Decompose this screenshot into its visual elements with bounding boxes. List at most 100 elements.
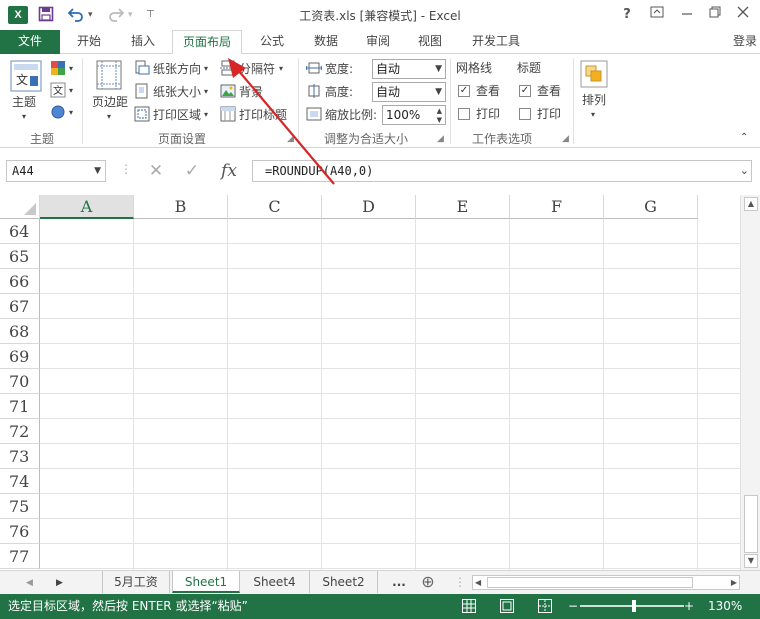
svg-text:文: 文 bbox=[16, 72, 28, 87]
more-sheets-button[interactable]: ... bbox=[384, 571, 414, 593]
tab-formulas[interactable]: 公式 bbox=[246, 30, 298, 54]
tab-developer[interactable]: 开发工具 bbox=[460, 30, 532, 54]
tab-file[interactable]: 文件 bbox=[0, 30, 60, 54]
worksheet-grid[interactable]: ABCDEFG 64 65 66 67 68 69 70 71 72 73 74 75 76 77 bbox=[0, 195, 740, 570]
row-header-65[interactable]: 65 bbox=[0, 244, 40, 269]
minimize-icon[interactable] bbox=[674, 4, 700, 26]
zoom-out-button[interactable]: − bbox=[568, 598, 578, 614]
sign-in-link[interactable]: 登录 bbox=[730, 30, 760, 54]
grid-row-line bbox=[40, 518, 740, 519]
horizontal-scroll-thumb[interactable] bbox=[487, 577, 693, 588]
redo-dropdown-icon[interactable]: ▾ bbox=[128, 6, 133, 24]
row-header-75[interactable]: 75 bbox=[0, 494, 40, 519]
tab-split-handle-icon[interactable]: ⋮ bbox=[454, 575, 466, 589]
row-header-69[interactable]: 69 bbox=[0, 344, 40, 369]
gridlines-print-checkbox[interactable] bbox=[458, 108, 470, 120]
height-select[interactable]: 自动 ▼ bbox=[372, 82, 446, 102]
row-header-73[interactable]: 73 bbox=[0, 444, 40, 469]
formula-input[interactable]: =ROUNDUP(A40,0) ⌄ bbox=[252, 160, 752, 182]
theme-effects-icon[interactable]: ▾ bbox=[50, 104, 76, 123]
size-dropdown-icon: ▾ bbox=[204, 87, 209, 96]
row-header-66[interactable]: 66 bbox=[0, 269, 40, 294]
themes-dropdown-icon: ▾ bbox=[22, 112, 27, 121]
tab-home[interactable]: 开始 bbox=[62, 30, 116, 54]
enter-formula-button[interactable]: ✓ bbox=[178, 160, 206, 182]
undo-icon[interactable] bbox=[67, 6, 84, 27]
new-sheet-button[interactable]: ⊕ bbox=[416, 571, 440, 593]
undo-dropdown-icon[interactable]: ▾ bbox=[88, 6, 93, 24]
theme-fonts-icon[interactable]: 文 ▾ bbox=[50, 82, 76, 101]
row-header-67[interactable]: 67 bbox=[0, 294, 40, 319]
expand-formula-bar-icon[interactable]: ⌄ bbox=[740, 161, 749, 181]
collapse-ribbon-icon[interactable]: ⌃ bbox=[740, 130, 748, 146]
insert-function-button[interactable]: fx bbox=[214, 160, 244, 182]
column-header-a[interactable]: A bbox=[40, 195, 134, 219]
vertical-scroll-thumb[interactable] bbox=[744, 495, 758, 553]
gridlines-view-checkbox[interactable]: ✓ bbox=[458, 85, 470, 97]
page-setup-launcher-icon[interactable]: ◢ bbox=[287, 134, 294, 144]
headings-print-checkbox[interactable] bbox=[519, 108, 531, 120]
sheet-options-launcher-icon[interactable]: ◢ bbox=[562, 134, 569, 144]
customize-quick-access-icon[interactable]: ⊤ bbox=[146, 6, 155, 24]
column-header-b[interactable]: B bbox=[134, 195, 228, 219]
tab-data[interactable]: 数据 bbox=[300, 30, 352, 54]
zoom-in-button[interactable]: + bbox=[684, 598, 694, 614]
help-button[interactable]: ? bbox=[614, 4, 640, 26]
scroll-up-icon[interactable]: ▲ bbox=[744, 197, 758, 211]
grid-row-line bbox=[40, 368, 740, 369]
column-header-f[interactable]: F bbox=[510, 195, 604, 219]
sheet-tab-sheet4[interactable]: Sheet4 bbox=[240, 571, 310, 593]
column-header-d[interactable]: D bbox=[322, 195, 416, 219]
row-header-64[interactable]: 64 bbox=[0, 219, 40, 244]
zoom-slider-thumb[interactable] bbox=[632, 600, 636, 612]
select-all-button[interactable] bbox=[0, 195, 40, 219]
close-icon[interactable] bbox=[730, 4, 756, 26]
sheet-tab-sheet2[interactable]: Sheet2 bbox=[310, 571, 378, 593]
row-header-74[interactable]: 74 bbox=[0, 469, 40, 494]
orientation-dropdown-icon: ▾ bbox=[204, 64, 209, 73]
width-select[interactable]: 自动 ▼ bbox=[372, 59, 446, 79]
cancel-formula-button[interactable]: ✕ bbox=[142, 160, 170, 182]
scroll-right-icon[interactable]: ▶ bbox=[731, 576, 737, 589]
column-header-c[interactable]: C bbox=[228, 195, 322, 219]
grid-row-line bbox=[40, 318, 740, 319]
normal-view-icon[interactable] bbox=[462, 599, 476, 613]
row-header-71[interactable]: 71 bbox=[0, 394, 40, 419]
theme-colors-icon[interactable]: ▾ bbox=[50, 60, 76, 79]
tab-review[interactable]: 审阅 bbox=[352, 30, 404, 54]
row-header-70[interactable]: 70 bbox=[0, 369, 40, 394]
margins-dropdown-icon: ▾ bbox=[107, 112, 112, 121]
page-break-preview-icon[interactable] bbox=[538, 599, 552, 613]
scroll-down-icon[interactable]: ▼ bbox=[744, 554, 758, 568]
ribbon-display-options-icon[interactable] bbox=[644, 4, 670, 26]
scroll-left-icon[interactable]: ◀ bbox=[475, 576, 481, 589]
page-layout-view-icon[interactable] bbox=[500, 599, 514, 613]
tab-view[interactable]: 视图 bbox=[404, 30, 456, 54]
redo-icon[interactable] bbox=[108, 6, 125, 27]
vertical-scrollbar[interactable]: ▲ ▼ bbox=[740, 195, 760, 570]
sheet-tab-may-salary[interactable]: 5月工资 bbox=[102, 571, 170, 593]
grid-row-line bbox=[40, 243, 740, 244]
svg-text:文: 文 bbox=[53, 84, 63, 97]
restore-icon[interactable] bbox=[702, 4, 728, 26]
row-header-68[interactable]: 68 bbox=[0, 319, 40, 344]
scale-spinner[interactable]: 100% ▲ ▼ bbox=[382, 105, 446, 125]
sheet-tab-sheet1[interactable]: Sheet1 bbox=[172, 571, 240, 593]
title-bar: X ▾ ▾ ⊤ 工资表.xls [兼容模式] - Excel ? bbox=[0, 0, 760, 30]
row-header-72[interactable]: 72 bbox=[0, 419, 40, 444]
column-header-g[interactable]: G bbox=[604, 195, 698, 219]
headings-view-label: 查看 bbox=[537, 84, 562, 98]
zoom-level[interactable]: 130% bbox=[708, 598, 742, 614]
name-box[interactable]: A44 ▼ bbox=[6, 160, 106, 182]
horizontal-scrollbar[interactable]: ◀ ▶ bbox=[472, 575, 740, 590]
row-header-77[interactable]: 77 bbox=[0, 544, 40, 569]
scale-to-fit-launcher-icon[interactable]: ◢ bbox=[437, 134, 444, 144]
sheet-nav-next-icon[interactable]: ▶ bbox=[56, 575, 63, 591]
save-icon[interactable] bbox=[38, 6, 54, 27]
headings-view-checkbox[interactable]: ✓ bbox=[519, 85, 531, 97]
row-header-76[interactable]: 76 bbox=[0, 519, 40, 544]
column-header-e[interactable]: E bbox=[416, 195, 510, 219]
tab-insert[interactable]: 插入 bbox=[116, 30, 170, 54]
tab-page-layout[interactable]: 页面布局 bbox=[172, 30, 242, 55]
sheet-nav-prev-icon[interactable]: ◀ bbox=[26, 575, 33, 591]
